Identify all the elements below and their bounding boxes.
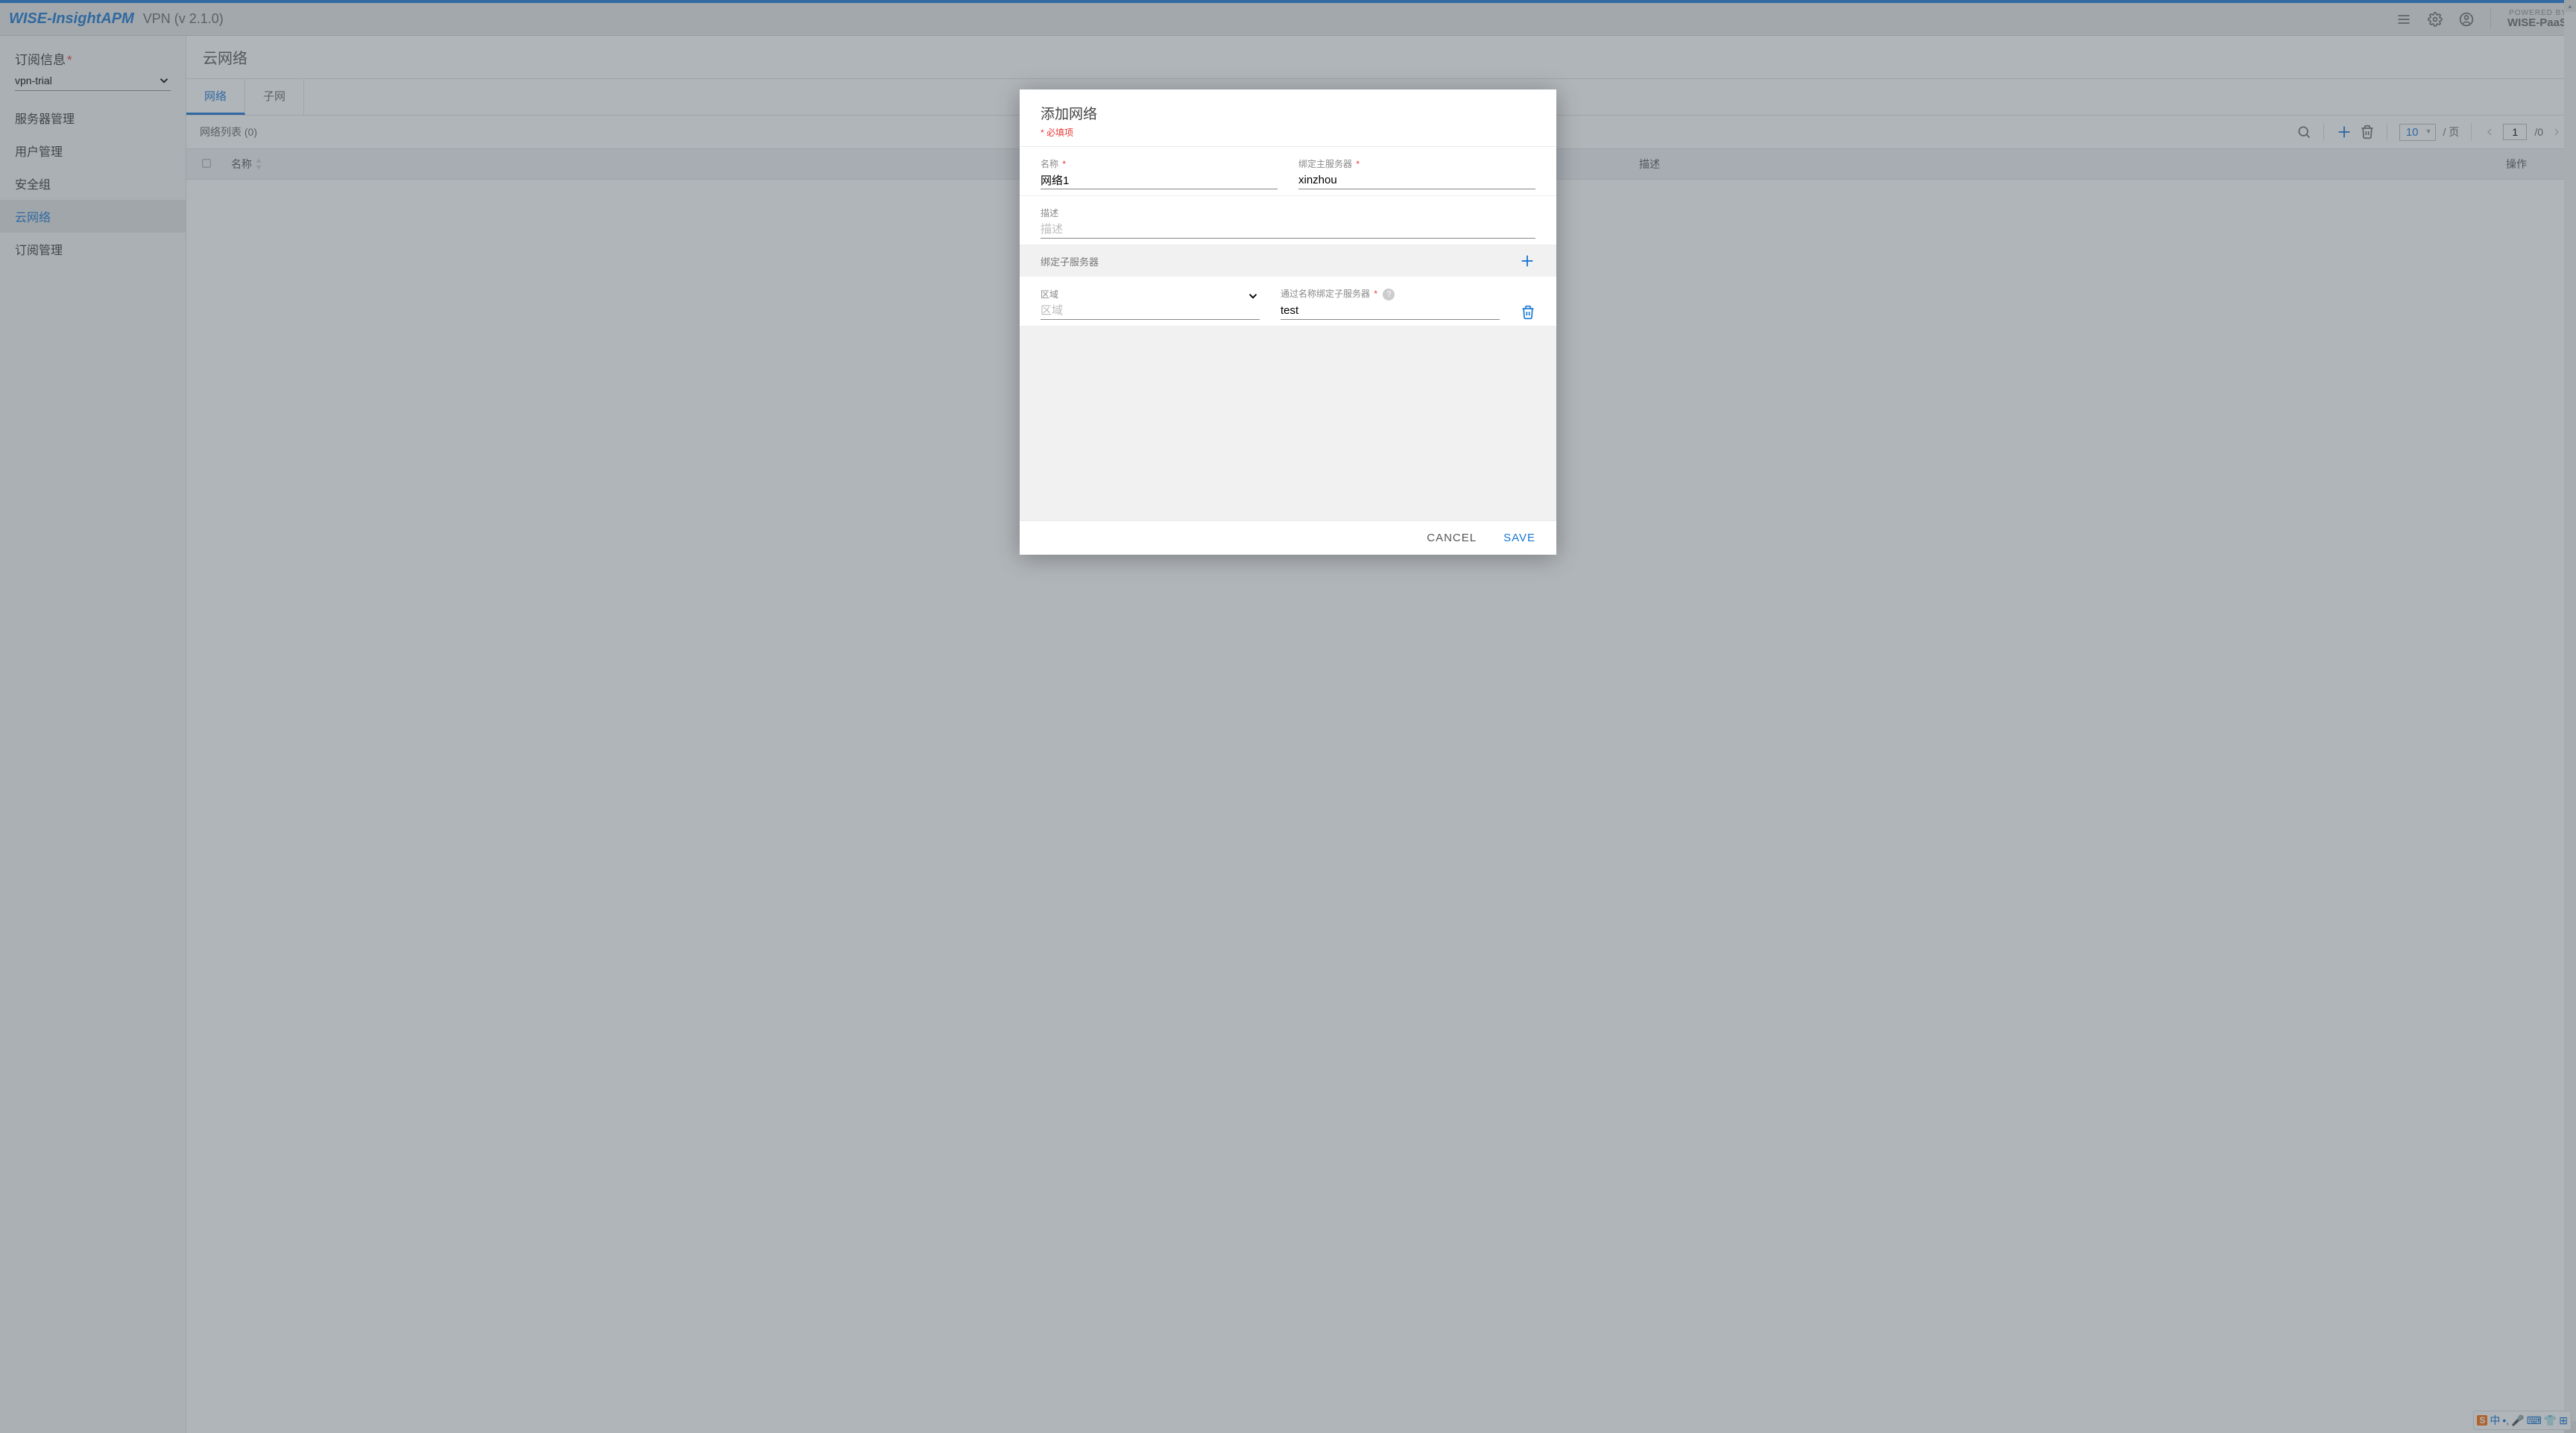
- region-select[interactable]: [1041, 302, 1260, 320]
- bind-sub-label: 通过名称绑定子服务器 * ?: [1281, 287, 1500, 300]
- desc-input[interactable]: [1041, 221, 1535, 239]
- bind-main-label: 绑定主服务器 *: [1298, 157, 1535, 170]
- dialog-title: 添加网络: [1041, 103, 1535, 123]
- region-label: 区域: [1041, 288, 1260, 300]
- sub-server-section: 绑定子服务器: [1020, 245, 1556, 277]
- help-icon[interactable]: ?: [1383, 289, 1395, 300]
- name-label: 名称 *: [1041, 157, 1278, 170]
- bind-main-input[interactable]: [1298, 171, 1535, 189]
- chevron-down-icon: [1246, 289, 1260, 303]
- desc-label: 描述: [1041, 207, 1535, 219]
- add-network-dialog: 添加网络 * 必填项 名称 * 绑定主服务器 * 描述: [1020, 89, 1556, 555]
- required-hint: * 必填项: [1041, 126, 1535, 139]
- cancel-button[interactable]: CANCEL: [1427, 532, 1477, 544]
- save-button[interactable]: SAVE: [1503, 532, 1535, 544]
- bind-sub-input[interactable]: [1281, 302, 1500, 320]
- delete-row-icon[interactable]: [1521, 305, 1535, 320]
- name-input[interactable]: [1041, 171, 1278, 189]
- add-sub-server-icon[interactable]: [1519, 253, 1535, 269]
- modal-overlay: 添加网络 * 必填项 名称 * 绑定主服务器 * 描述: [0, 0, 2576, 1433]
